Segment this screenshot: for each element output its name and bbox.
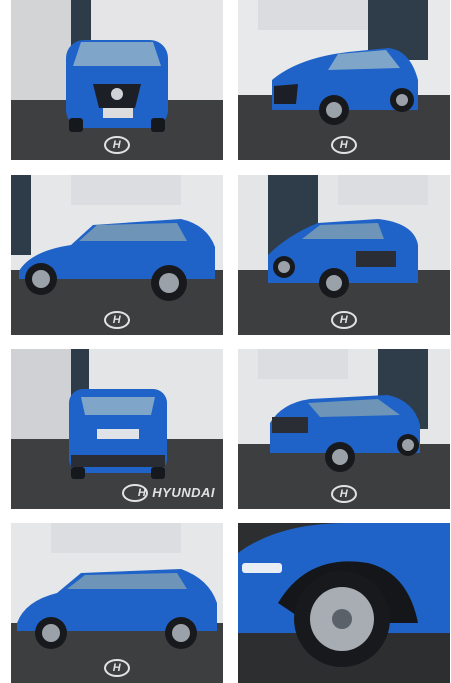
photo-side-left[interactable]: H: [11, 175, 223, 335]
hyundai-logo-watermark: H: [238, 311, 450, 329]
photo-side-left-alt[interactable]: H: [11, 523, 223, 683]
hyundai-logo-watermark: H: [238, 485, 450, 503]
photo-wheel-detail[interactable]: [238, 523, 450, 683]
photo-front[interactable]: H: [11, 0, 223, 160]
hyundai-logo-watermark: H: [11, 659, 223, 677]
hyundai-logo-watermark: H HYUNDAI: [122, 484, 215, 502]
hyundai-logo-watermark: H: [238, 136, 450, 154]
photo-rear[interactable]: H HYUNDAI: [11, 349, 223, 509]
photo-rear-three-quarter-left[interactable]: H: [238, 175, 450, 335]
photo-rear-three-quarter-right[interactable]: H: [238, 349, 450, 509]
hyundai-logo-watermark: H: [11, 311, 223, 329]
hyundai-logo-watermark: H: [11, 136, 223, 154]
photo-front-three-quarter[interactable]: H: [238, 0, 450, 160]
